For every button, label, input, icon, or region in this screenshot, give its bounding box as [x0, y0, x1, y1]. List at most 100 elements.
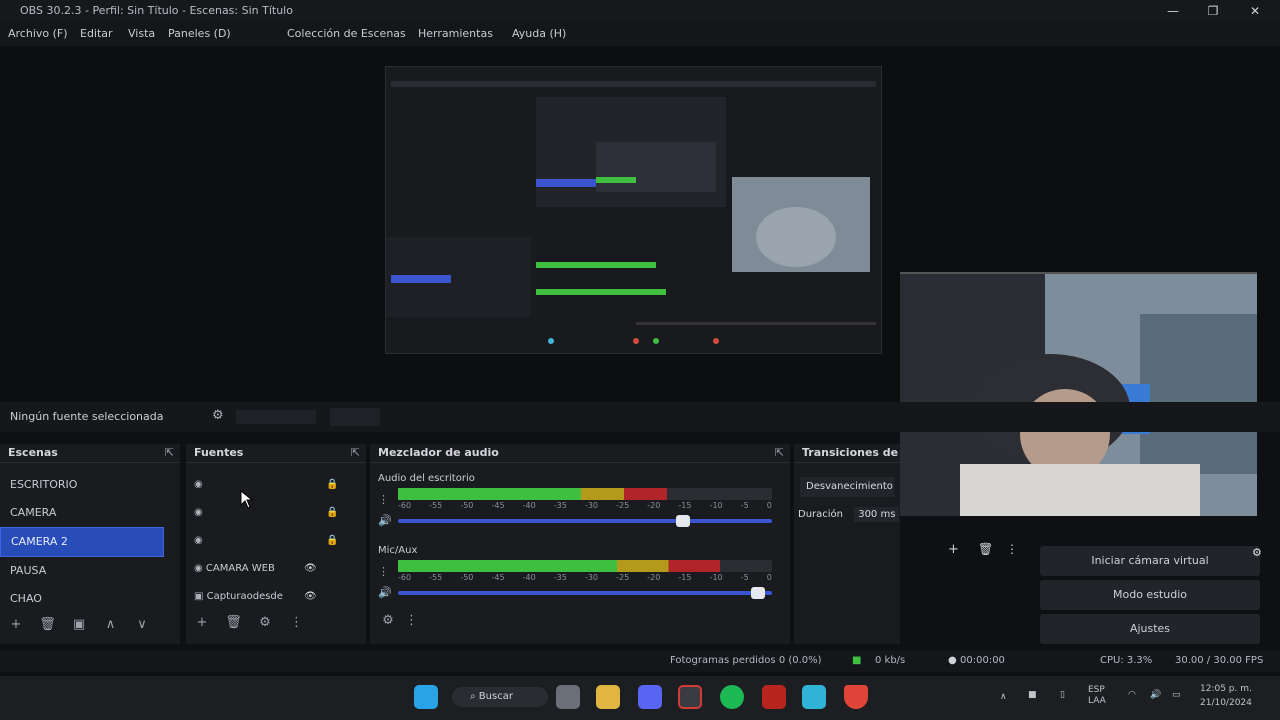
lock-icon[interactable]: 🔒 — [326, 527, 338, 555]
camera-icon: ◉ — [194, 535, 203, 546]
audio-mixer-dock: Mezclador de audio ⇱ Audio del escritori… — [370, 444, 790, 644]
obs-icon[interactable] — [678, 685, 702, 709]
discord-icon[interactable] — [638, 685, 662, 709]
meter-tick-label: -30 — [584, 501, 599, 510]
meter-tick-label: 0 — [766, 573, 772, 582]
dock-undock-icon[interactable]: ⇱ — [775, 444, 784, 462]
source-item[interactable]: ▣ Capturaodesde 👁 — [186, 583, 366, 611]
clock-time[interactable]: 12:05 p. m. — [1200, 684, 1252, 694]
transition-type-select[interactable]: Desvanecimiento — [800, 477, 894, 497]
speaker-icon[interactable]: 🔊 — [378, 586, 398, 599]
volume-slider-knob[interactable] — [750, 586, 765, 599]
wifi-icon[interactable]: ◠ — [1128, 690, 1136, 700]
settings-button[interactable]: Ajustes — [1040, 614, 1260, 644]
menu-paneles[interactable]: Paneles (D) — [168, 27, 231, 40]
volume-slider-knob[interactable] — [675, 514, 690, 527]
speaker-icon[interactable]: 🔊 — [378, 514, 398, 527]
camera-icon: ◉ — [194, 563, 203, 574]
source-item[interactable]: ◉ 🔒 — [186, 499, 366, 527]
add-source-button[interactable]: + — [188, 615, 216, 630]
eye-icon[interactable]: 👁 — [304, 555, 317, 583]
gear-icon[interactable]: ⚙ — [212, 408, 224, 423]
meter-tick-label: -15 — [678, 501, 692, 510]
eye-icon[interactable]: 👁 — [304, 583, 317, 611]
app-icon[interactable] — [802, 685, 826, 709]
task-view-icon[interactable] — [556, 685, 580, 709]
start-icon[interactable] — [414, 685, 438, 709]
menu-herramientas[interactable]: Herramientas — [418, 27, 493, 40]
recording-time: 00:00:00 — [960, 655, 1005, 666]
tray-chevron-icon[interactable]: ∧ — [1000, 692, 1007, 702]
sources-title: Fuentes — [194, 446, 244, 459]
volume-slider[interactable] — [398, 514, 772, 527]
meter-tick-label: -50 — [460, 573, 474, 582]
channel-menu-icon[interactable]: ⋮ — [378, 493, 398, 506]
spotify-icon[interactable] — [720, 685, 744, 709]
clock-date[interactable]: 21/10/2024 — [1200, 698, 1252, 708]
audio-mixer-title: Mezclador de audio — [378, 446, 499, 459]
search-box[interactable]: ⌕ Buscar — [452, 687, 548, 707]
channel-menu-icon[interactable]: ⋮ — [378, 565, 398, 578]
meter-tick-label: -40 — [522, 501, 536, 510]
volume-icon[interactable]: 🔊 — [1150, 690, 1161, 700]
add-scene-button[interactable]: + — [2, 617, 30, 632]
meter-tick-label: -45 — [491, 573, 505, 582]
remove-source-button[interactable]: 🗑 — [220, 615, 248, 630]
scene-item[interactable]: ESCRITORIO — [0, 471, 180, 499]
meter-tick-label: -20 — [647, 501, 661, 510]
menu-archivo[interactable]: Archivo (F) — [8, 27, 68, 40]
dock-undock-icon[interactable]: ⇱ — [351, 444, 360, 462]
minimize-button[interactable]: — — [1158, 2, 1188, 20]
tray-app-icon[interactable]: ▯ — [1060, 690, 1065, 700]
lock-icon[interactable]: 🔒 — [326, 499, 338, 527]
meter-tick-label: -60 — [398, 501, 412, 510]
battery-icon[interactable]: ▭ — [1172, 690, 1181, 700]
menu-coleccion-escenas[interactable]: Colección de Escenas — [287, 27, 406, 40]
scene-item[interactable]: CHAO — [0, 585, 180, 613]
filters-button[interactable] — [330, 408, 380, 426]
add-transition-button[interactable]: + — [948, 542, 959, 557]
scene-item-selected[interactable]: CAMERA 2 — [0, 527, 164, 557]
app-icon[interactable] — [762, 685, 786, 709]
meter-tick-label: -25 — [616, 573, 630, 582]
duration-label: Duración — [798, 509, 844, 520]
scene-item[interactable]: PAUSA — [0, 557, 180, 585]
move-scene-up-button[interactable]: ∧ — [97, 617, 125, 632]
studio-mode-button[interactable]: Modo estudio — [1040, 580, 1260, 610]
scene-item[interactable]: CAMERA — [0, 499, 180, 527]
volume-slider[interactable] — [398, 586, 772, 599]
monitor-icon: ▣ — [194, 591, 204, 602]
file-explorer-icon[interactable] — [596, 685, 620, 709]
tray-app-icon[interactable]: ■ — [1028, 690, 1037, 700]
audio-more-icon[interactable]: ⋮ — [402, 613, 422, 628]
virtual-camera-button[interactable]: Iniciar cámara virtual — [1040, 546, 1260, 576]
menu-ayuda[interactable]: Ayuda (H) — [512, 27, 566, 40]
audio-mixer-header: Mezclador de audio ⇱ — [370, 444, 790, 463]
duration-input[interactable]: 300 ms — [854, 507, 900, 522]
remove-transition-button[interactable]: 🗑 — [978, 542, 993, 556]
transition-more-button[interactable]: ⋮ — [1006, 542, 1018, 556]
brave-icon[interactable] — [844, 685, 868, 709]
remove-scene-button[interactable]: 🗑 — [34, 617, 62, 632]
menu-editar[interactable]: Editar — [80, 27, 113, 40]
gear-icon[interactable]: ⚙ — [1252, 546, 1262, 559]
keyboard-language[interactable]: ESP LAA — [1088, 685, 1106, 707]
move-scene-down-button[interactable]: ∨ — [128, 617, 156, 632]
sources-header: Fuentes ⇱ — [186, 444, 366, 463]
source-more-button[interactable]: ⋮ — [283, 615, 311, 630]
maximize-button[interactable]: ❐ — [1198, 2, 1228, 20]
source-item[interactable]: ◉ 🔒 — [186, 471, 366, 499]
title-bar: OBS 30.2.3 - Perfil: Sin Título - Escena… — [0, 0, 1280, 22]
source-properties-button[interactable]: ⚙ — [251, 615, 279, 630]
controls-dock: + 🗑 ⋮ Iniciar cámara virtual Modo estudi… — [940, 538, 1270, 644]
close-button[interactable]: ✕ — [1240, 2, 1270, 20]
menu-vista[interactable]: Vista — [128, 27, 155, 40]
source-item[interactable]: ◉ 🔒 — [186, 527, 366, 555]
properties-button[interactable] — [236, 410, 316, 424]
lock-icon[interactable]: 🔒 — [326, 471, 338, 499]
audio-settings-icon[interactable]: ⚙ — [378, 613, 398, 628]
dock-undock-icon[interactable]: ⇱ — [165, 444, 174, 462]
program-preview[interactable] — [385, 66, 882, 354]
source-item[interactable]: ◉ CAMARA WEB 👁 — [186, 555, 366, 583]
scene-filters-button[interactable]: ▣ — [65, 617, 93, 632]
